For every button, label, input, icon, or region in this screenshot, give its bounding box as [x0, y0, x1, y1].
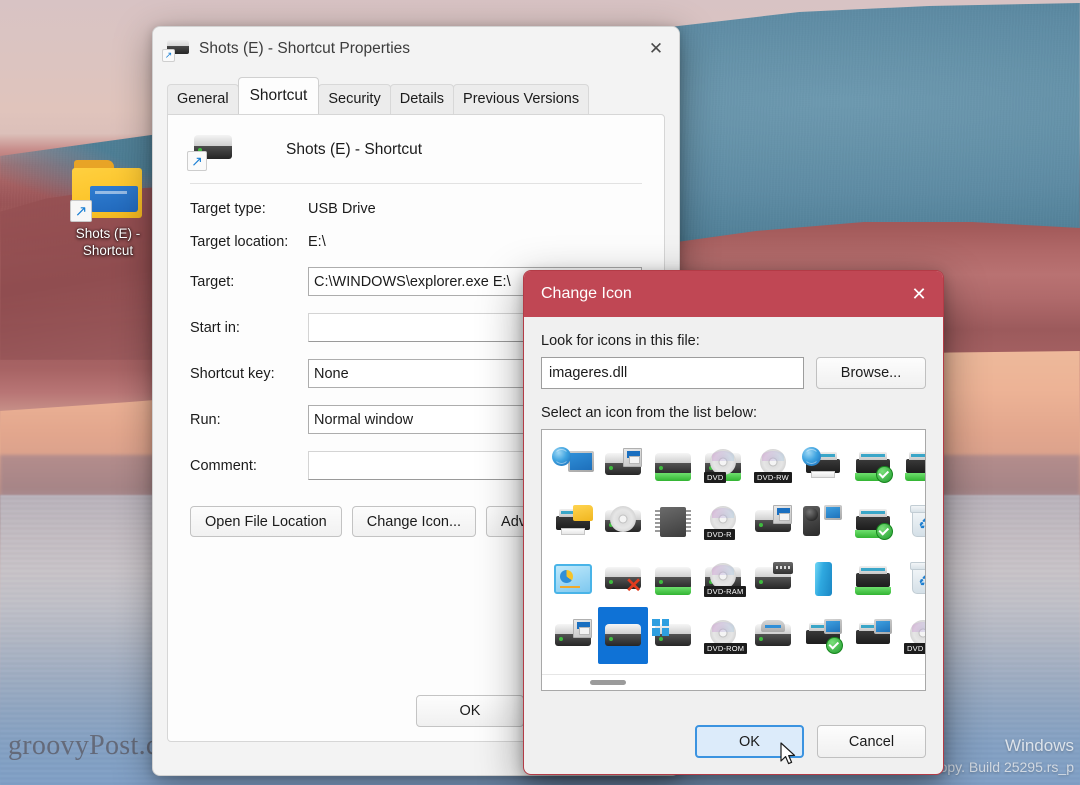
camera-monitor-icon[interactable]	[798, 493, 848, 550]
drive-floppy-icon[interactable]	[598, 436, 648, 493]
tab-previous-versions[interactable]: Previous Versions	[453, 84, 590, 114]
horizontal-scrollbar[interactable]	[542, 674, 925, 690]
desktop-icon-label: Shots (E) - Shortcut	[75, 226, 141, 258]
icon-list-label: Select an icon from the list below:	[541, 405, 757, 421]
disconnected-drive-icon[interactable]: ✕	[598, 550, 648, 607]
properties-title-bar[interactable]: ↗ Shots (E) - Shortcut Properties ✕	[153, 27, 679, 71]
field-label: Target type:	[190, 201, 266, 217]
selected-drive-icon[interactable]	[598, 607, 648, 664]
field-label: Target:	[190, 273, 235, 290]
browse-button[interactable]: Browse...	[816, 357, 926, 389]
field-row: Target type: USB Drive	[168, 201, 664, 217]
tower-pc-icon[interactable]	[798, 550, 848, 607]
dvd-disc-icon[interactable]: DVD	[898, 607, 925, 664]
dvd-rom-disc-icon[interactable]: DVD-ROM	[698, 607, 748, 664]
close-icon[interactable]: ✕	[895, 271, 943, 317]
shortcut-header: ↗ Shots (E) - Shortcut	[168, 115, 664, 171]
shortcut-name-label: Shots (E) - Shortcut	[286, 141, 423, 158]
windows-drive-icon[interactable]	[648, 607, 698, 664]
close-icon[interactable]: ✕	[633, 27, 679, 71]
recycle-bin-2-icon[interactable]: ♻	[898, 550, 925, 607]
network-printer-icon[interactable]	[798, 436, 848, 493]
shortcut-arrow-icon: ↗	[70, 200, 92, 222]
change-icon-dialog: Change Icon ✕ Look for icons in this fil…	[523, 270, 944, 775]
drive-shortcut-icon: ↗	[162, 39, 191, 62]
field-row: Target location: E:\	[168, 234, 664, 250]
file-field-label: Look for icons in this file:	[541, 333, 700, 349]
dvd-r-disc-icon[interactable]: DVD-R	[698, 493, 748, 550]
button-open-file-location[interactable]: Open File Location	[190, 506, 342, 537]
field-label: Comment:	[190, 457, 257, 474]
file-explorer-folder-shortcut-icon: ↗	[70, 160, 144, 222]
default-printer-monitor-icon[interactable]	[798, 607, 848, 664]
change-icon-title-bar[interactable]: Change Icon ✕	[524, 271, 943, 317]
printer-monitor-icon[interactable]	[848, 607, 898, 664]
display-settings-icon[interactable]	[548, 550, 598, 607]
change-icon-title: Change Icon	[541, 285, 632, 302]
scrollbar-thumb[interactable]	[590, 680, 626, 685]
dvd-ram-disc-icon[interactable]: DVD-RAM	[698, 550, 748, 607]
header-divider	[190, 183, 642, 184]
default-printer-icon[interactable]	[848, 436, 898, 493]
ok-button[interactable]: OK	[695, 725, 804, 758]
drive-scanner-icon[interactable]	[748, 607, 798, 664]
drive-device-icon[interactable]	[748, 550, 798, 607]
dvd-drive-icon[interactable]: DVD	[698, 436, 748, 493]
field-label: Target location:	[190, 234, 289, 250]
icon-grid: DVDDVD-RWDVD-R♻✕DVD-RAM♻DVD-ROMDVD	[542, 430, 925, 664]
memory-chip-icon[interactable]	[648, 493, 698, 550]
properties-window-title: Shots (E) - Shortcut Properties	[199, 40, 411, 57]
field-label: Shortcut key:	[190, 365, 275, 382]
printer-2-icon[interactable]	[848, 550, 898, 607]
properties-tab-bar: General Shortcut Security Details Previous V…	[153, 77, 679, 114]
printer-folder-icon[interactable]	[548, 493, 598, 550]
tab-security[interactable]: Security	[318, 84, 391, 114]
hard-drive-icon[interactable]	[648, 436, 698, 493]
tab-shortcut[interactable]: Shortcut	[237, 77, 320, 114]
desktop-shortcut-icon[interactable]: ↗ Shots (E) - Shortcut	[62, 160, 154, 260]
drive-floppy-3-icon[interactable]	[548, 607, 598, 664]
field-label: Run:	[190, 411, 221, 428]
optical-drive-icon[interactable]	[598, 493, 648, 550]
shortcut-arrow-icon: ↗	[187, 151, 207, 171]
button-change-icon[interactable]: Change Icon...	[351, 506, 477, 537]
recycle-bin-icon[interactable]: ♻	[898, 493, 925, 550]
field-value: USB Drive	[308, 201, 376, 217]
change-icon-footer-buttons: OK Cancel	[695, 725, 926, 758]
shortcut-arrow-icon: ↗	[162, 49, 175, 62]
icon-list-box[interactable]: DVDDVD-RWDVD-R♻✕DVD-RAM♻DVD-ROMDVD	[541, 429, 926, 691]
cancel-button[interactable]: Cancel	[817, 725, 926, 758]
drive-icon[interactable]	[648, 550, 698, 607]
field-value: E:\	[308, 234, 326, 250]
printer-icon[interactable]	[898, 436, 925, 493]
field-label: Start in:	[190, 319, 240, 336]
network-computer-icon[interactable]	[548, 436, 598, 493]
tab-details[interactable]: Details	[389, 84, 455, 114]
usb-drive-shortcut-icon: ↗	[187, 133, 236, 171]
tab-general[interactable]: General	[167, 84, 239, 114]
dvd-rw-disc-icon[interactable]: DVD-RW	[748, 436, 798, 493]
icon-file-input[interactable]: imageres.dll	[541, 357, 804, 389]
default-printer-2-icon[interactable]	[848, 493, 898, 550]
drive-floppy-2-icon[interactable]	[748, 493, 798, 550]
ok-button[interactable]: OK	[416, 695, 524, 727]
